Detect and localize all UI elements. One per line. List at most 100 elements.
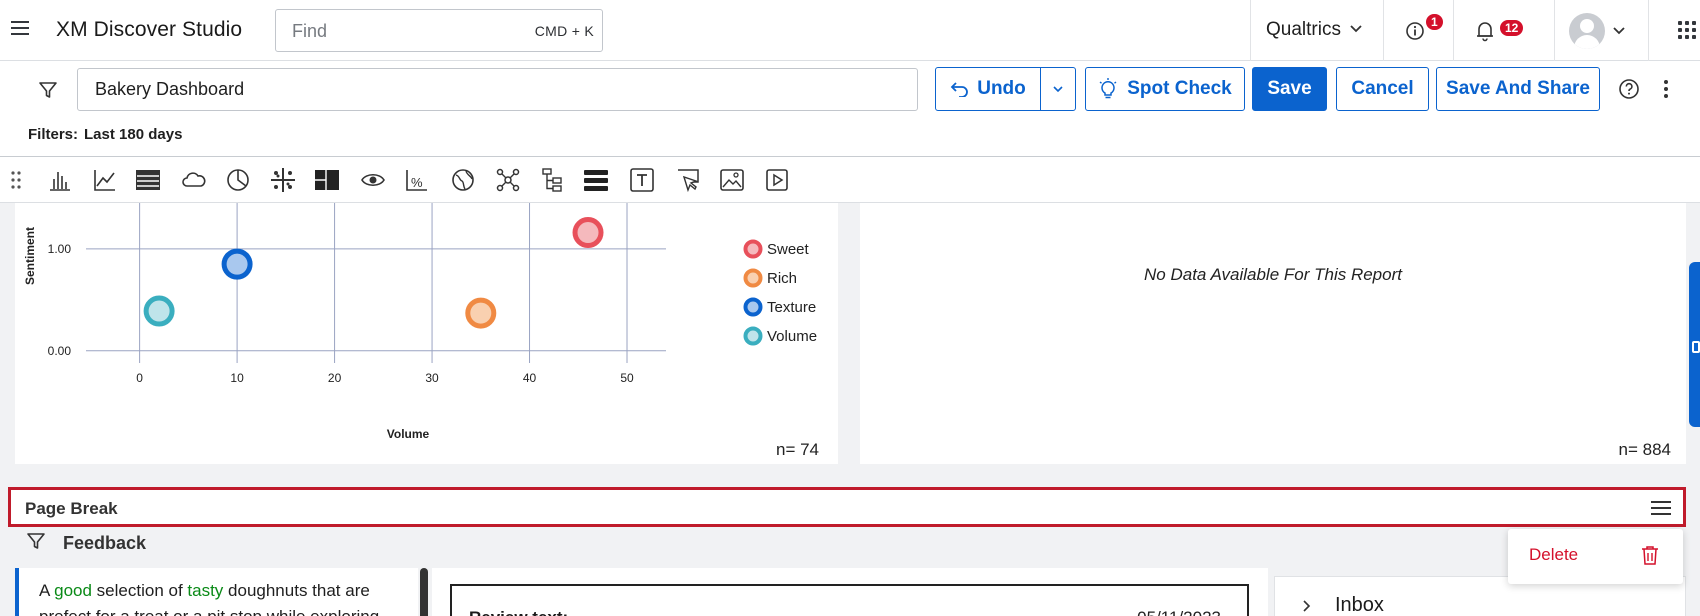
chevron-right-icon[interactable] — [1302, 599, 1312, 613]
bell-icon[interactable] — [1475, 20, 1495, 42]
percent-icon[interactable]: % — [404, 167, 430, 193]
hierarchy-icon[interactable] — [540, 167, 566, 193]
chevron-down-icon[interactable] — [1349, 24, 1363, 34]
divider — [1383, 0, 1384, 61]
x-tick-label: 20 — [328, 371, 342, 385]
scatter-point-rich — [465, 297, 497, 329]
filter-icon[interactable] — [38, 80, 58, 100]
no-data-message: No Data Available For This Report — [1144, 265, 1402, 284]
chevron-down-icon — [1053, 86, 1063, 93]
page-break-label: Page Break — [25, 499, 118, 518]
legend-marker-texture — [743, 297, 763, 317]
dashboard-title-input[interactable] — [77, 68, 918, 111]
x-tick-label: 0 — [136, 371, 143, 385]
x-tick-label: 30 — [425, 371, 439, 385]
document-text: A good selection of tasty doughnuts that… — [39, 578, 399, 616]
doc-text-part: A — [39, 581, 55, 600]
positive-word: tasty — [187, 581, 224, 600]
scatter-point-texture — [221, 248, 253, 280]
x-axis-label: Volume — [387, 427, 430, 441]
help-icon[interactable] — [1618, 78, 1640, 100]
drag-handle-icon[interactable] — [11, 171, 21, 189]
pointer-icon[interactable] — [675, 167, 701, 193]
spot-check-button[interactable]: Spot Check — [1085, 67, 1245, 111]
line-chart-icon[interactable] — [92, 167, 118, 193]
search-shortcut: CMD + K — [534, 23, 594, 39]
delete-menu-item[interactable]: Delete — [1529, 545, 1578, 565]
table-icon[interactable] — [135, 167, 161, 193]
user-avatar[interactable] — [1569, 13, 1605, 49]
svg-text:%: % — [411, 175, 423, 190]
scatter-chart-widget: 0 10 20 30 40 50 0.00 1.00 Sweet Rich Texture Volu… — [15, 203, 838, 464]
search-box[interactable]: CMD + K — [275, 9, 603, 52]
legend-marker-sweet — [743, 239, 763, 259]
app-title: XM Discover Studio — [56, 18, 243, 41]
eye-icon[interactable] — [360, 167, 386, 193]
filters-value: Last 180 days — [84, 126, 183, 143]
divider — [1453, 0, 1454, 61]
filters-label: Filters: — [28, 126, 79, 143]
legend-marker-volume — [743, 326, 763, 346]
legend-label-sweet: Sweet — [767, 241, 810, 258]
widget-context-menu: Delete — [1508, 529, 1683, 584]
sample-size-label: n= 884 — [1618, 440, 1671, 459]
sample-size-label: n= 74 — [775, 440, 819, 459]
scatter-chart: 0 10 20 30 40 50 0.00 1.00 Sweet Rich Texture Volu… — [23, 203, 817, 441]
review-date: 05/11/2023 — [1137, 608, 1221, 616]
page-break-widget[interactable]: Page Break — [8, 487, 1686, 527]
trash-icon[interactable] — [1641, 545, 1659, 565]
divider — [1648, 0, 1649, 61]
search-input[interactable] — [292, 21, 522, 42]
filter-icon[interactable] — [26, 531, 46, 551]
network-icon[interactable] — [495, 167, 521, 193]
save-button[interactable]: Save — [1252, 67, 1327, 111]
org-switcher-label[interactable]: Qualtrics — [1266, 19, 1341, 41]
inbox-label[interactable]: Inbox — [1335, 594, 1384, 616]
chevron-down-icon[interactable] — [1612, 26, 1626, 36]
divider — [1250, 0, 1251, 61]
positive-word: good — [54, 581, 92, 600]
cancel-button[interactable]: Cancel — [1336, 67, 1429, 111]
side-panel-tab[interactable] — [1689, 262, 1700, 427]
doc-text-part: selection of — [91, 581, 188, 600]
lightbulb-icon — [1099, 78, 1117, 99]
list-icon[interactable] — [583, 167, 609, 193]
x-tick-label: 50 — [620, 371, 634, 385]
video-icon[interactable] — [764, 167, 790, 193]
y-tick-label: 1.00 — [48, 242, 72, 256]
x-tick-label: 40 — [523, 371, 537, 385]
heatmap-icon[interactable] — [314, 167, 340, 193]
undo-icon — [950, 82, 969, 97]
filters-summary: Filters: Last 180 days — [28, 126, 182, 143]
scatter-point-volume — [143, 295, 175, 327]
more-options-icon[interactable] — [1662, 78, 1670, 100]
undo-label: Undo — [977, 78, 1026, 99]
globe-icon[interactable] — [450, 167, 476, 193]
notifications-count-badge: 12 — [1500, 20, 1524, 36]
document-card[interactable]: A good selection of tasty doughnuts that… — [15, 568, 418, 616]
top-bar: XM Discover Studio CMD + K Qualtrics 1 1… — [0, 0, 1700, 61]
scatter-icon[interactable] — [270, 167, 296, 193]
y-tick-label: 0.00 — [48, 344, 72, 358]
bar-chart-icon[interactable] — [47, 167, 73, 193]
scrollbar[interactable] — [420, 568, 428, 616]
widget-menu-icon[interactable] — [1651, 501, 1671, 515]
save-and-share-button[interactable]: Save And Share — [1436, 67, 1600, 111]
spot-check-label: Spot Check — [1127, 78, 1232, 99]
main-menu-icon[interactable] — [11, 21, 29, 35]
undo-button[interactable]: Undo — [935, 67, 1041, 111]
text-icon[interactable] — [629, 167, 655, 193]
alerts-count-badge: 1 — [1426, 14, 1443, 30]
undo-dropdown-button[interactable] — [1040, 67, 1076, 111]
legend-marker-rich — [743, 268, 763, 288]
image-icon[interactable] — [719, 167, 745, 193]
y-axis-label: Sentiment — [23, 227, 37, 285]
review-box: Review text: 05/11/2023 — [450, 584, 1249, 616]
divider — [1554, 0, 1555, 61]
review-panel: Review text: 05/11/2023 — [432, 568, 1268, 616]
info-alert-icon[interactable] — [1405, 21, 1425, 41]
pie-chart-icon[interactable] — [225, 167, 251, 193]
cloud-icon[interactable] — [181, 167, 207, 193]
legend-label-volume: Volume — [767, 328, 817, 345]
app-launcher-icon[interactable] — [1678, 21, 1697, 40]
